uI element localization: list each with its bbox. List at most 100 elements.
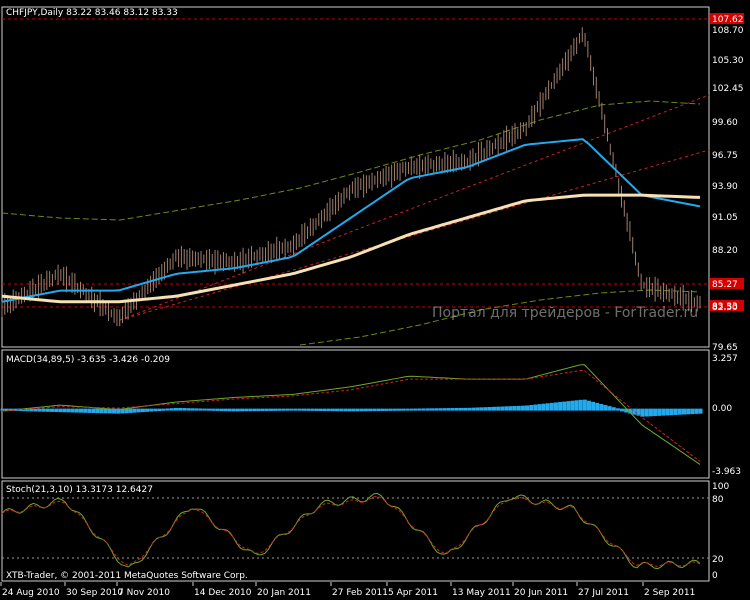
macd-histogram-bar [62,408,67,413]
macd-histogram-bar [471,407,476,411]
macd-histogram-bar [124,408,129,414]
macd-histogram-bar [140,408,145,413]
macd-histogram-bar [574,400,579,411]
macd-histogram-bar [380,408,385,411]
macd-histogram-bar [413,408,418,411]
macd-histogram-bar [335,408,340,412]
macd-histogram-bar [409,408,414,411]
macd-histogram-bar [661,408,666,416]
macd-histogram-bar [463,407,468,411]
macd-histogram-bar [599,403,604,411]
macd-histogram-bar [231,408,236,412]
macd-histogram-bar [227,408,232,412]
macd-histogram-bar [289,408,294,411]
macd-histogram-bar [330,408,335,412]
macd-histogram-bar [45,408,50,412]
macd-histogram-bar [215,408,220,411]
macd-histogram-bar [355,408,360,412]
macd-histogram-bar [690,408,695,415]
macd-histogram-bar [657,408,662,416]
macd-histogram-bar [310,408,315,411]
macd-histogram-bar [260,408,265,412]
macd-histogram-bar [339,408,344,412]
macd-histogram-bar [343,408,348,412]
macd-histogram-bar [70,408,75,413]
macd-histogram-bar [570,400,575,411]
macd-histogram-bar [297,408,302,411]
macd-histogram-bar [553,402,558,411]
macd-histogram-bar [368,408,373,412]
macd-histogram-bar [458,407,463,411]
main-panel-header: CHFJPY,Daily 83.22 83.46 83.12 83.33 [6,8,178,18]
macd-histogram-bar [95,408,100,414]
macd-histogram-bar [417,408,422,411]
stoch-tick-0: 0 [712,571,718,581]
macd-histogram-bar [438,408,443,411]
macd-histogram-bar [673,408,678,415]
macd-tick-max: 3.257 [712,354,738,364]
macd-histogram-bar [74,408,79,413]
macd-histogram-bar [136,408,141,413]
macd-histogram-bar [264,408,269,411]
macd-histogram-bar [285,408,290,411]
macd-histogram-bar [87,408,92,413]
macd-histogram-bar [545,403,550,411]
macd-histogram-bar [525,405,530,411]
macd-histogram-bar [66,408,71,413]
price-chart[interactable]: 107.62 85.27 83.33 108.70105.30102.4599.… [0,0,750,600]
macd-histogram-bar [37,408,42,412]
time-axis-label: 13 May 2011 [452,588,511,598]
macd-histogram-bar [244,408,249,412]
macd-histogram-bar [620,408,625,412]
time-axis-label: 5 Apr 2011 [388,588,438,598]
macd-histogram-bar [50,408,55,412]
macd-histogram-bar [384,408,389,411]
copyright-text: XTB-Trader, © 2001-2011 MetaQuotes Softw… [6,571,248,581]
macd-histogram-bar [240,408,245,412]
macd-histogram-bar [401,408,406,411]
macd-histogram-bar [268,408,273,411]
macd-histogram-bar [516,405,521,411]
macd-histogram-bar [83,408,88,413]
stoch-tick-20: 20 [712,555,724,565]
macd-histogram-bar [314,408,319,411]
macd-histogram-bar [392,408,397,411]
macd-histogram-bar [648,408,653,417]
macd-histogram-bar [256,408,261,412]
macd-histogram-bar [153,408,158,412]
macd-histogram-bar [681,408,686,415]
macd-histogram-bar [669,408,674,416]
macd-histogram-bar [157,408,162,412]
macd-histogram-bar [491,406,496,411]
macd-histogram-bar [487,406,492,411]
macd-histogram-bar [508,406,513,411]
macd-histogram-bar [558,402,563,411]
macd-histogram-bar [78,408,83,413]
macd-histogram-bar [591,401,596,411]
price-tag-high: 107.62 [712,15,744,25]
macd-histogram-bar [169,408,174,411]
macd-tick-zero: 0.00 [712,404,732,414]
macd-histogram-bar [483,407,488,411]
chart-background [0,0,750,600]
macd-histogram-bar [223,408,228,412]
price-tick-label: 93.90 [712,182,738,192]
macd-histogram-bar [475,407,480,411]
macd-histogram-bar [549,402,554,411]
macd-histogram-bar [211,408,216,411]
price-tick-label: 79.65 [712,343,738,353]
price-tick-label: 96.75 [712,151,738,161]
macd-histogram-bar [178,407,183,411]
price-tick-label: 82.50 [712,303,738,313]
macd-histogram-bar [388,408,393,411]
macd-histogram-bar [665,408,670,416]
macd-histogram-bar [504,406,509,411]
macd-histogram-bar [578,399,583,411]
macd-histogram-bar [644,408,649,417]
macd-histogram-bar [363,408,368,412]
macd-histogram-bar [372,408,377,412]
macd-histogram-bar [277,408,282,411]
macd-histogram-bar [128,408,133,413]
macd-histogram-bar [541,403,546,411]
macd-histogram-bar [0,408,5,411]
